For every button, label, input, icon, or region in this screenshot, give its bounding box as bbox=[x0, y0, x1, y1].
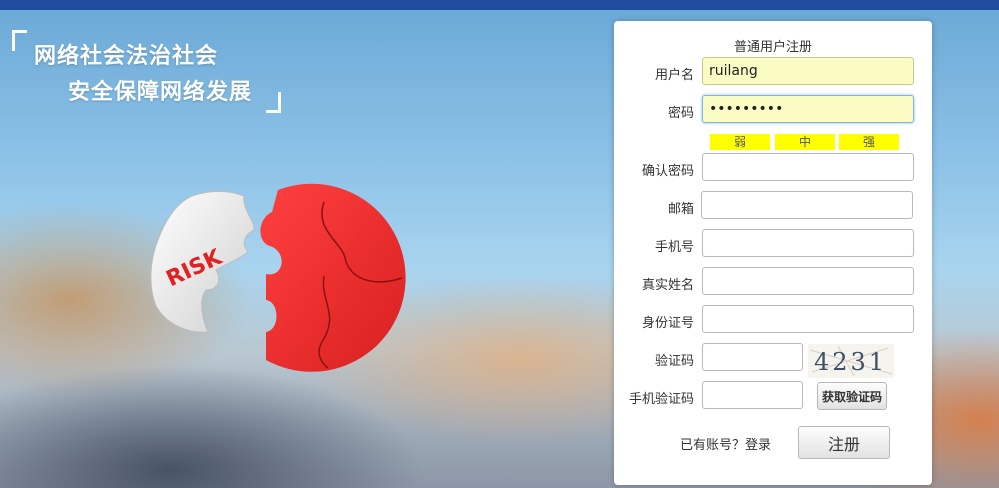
register-button[interactable]: 注册 bbox=[798, 426, 890, 459]
phone-input[interactable] bbox=[702, 229, 914, 257]
idcard-label: 身份证号 bbox=[641, 316, 694, 331]
email-input[interactable] bbox=[701, 191, 913, 219]
captcha-label: 验证码 bbox=[654, 354, 694, 369]
strength-strong: 强 bbox=[839, 134, 899, 150]
risk-puzzle-illustration: RISK bbox=[150, 183, 406, 372]
svg-text:4231: 4231 bbox=[814, 348, 887, 376]
realname-label: 真实姓名 bbox=[641, 278, 694, 293]
slogan-corner-top-left bbox=[12, 30, 27, 51]
password-input[interactable] bbox=[702, 95, 914, 123]
sms-code-label: 手机验证码 bbox=[628, 392, 694, 407]
phone-label: 手机号 bbox=[654, 240, 694, 255]
captcha-image[interactable]: 4231 bbox=[808, 344, 894, 378]
get-sms-code-button[interactable]: 获取验证码 bbox=[817, 382, 887, 410]
username-input[interactable] bbox=[702, 57, 914, 85]
top-bar bbox=[0, 0, 999, 10]
strength-medium: 中 bbox=[775, 134, 835, 150]
email-label: 邮箱 bbox=[667, 202, 694, 217]
red-puzzle-piece bbox=[260, 183, 406, 372]
captcha-input[interactable] bbox=[702, 343, 803, 371]
username-label: 用户名 bbox=[654, 68, 694, 83]
realname-input[interactable] bbox=[702, 267, 914, 295]
slogan-line2: 安全保障网络发展 bbox=[68, 80, 253, 105]
slogan-corner-bottom-right bbox=[266, 92, 281, 113]
password-label: 密码 bbox=[667, 106, 694, 121]
confirm-password-input[interactable] bbox=[702, 153, 914, 181]
slogan: 网络社会法治社会 安全保障网络发展 bbox=[12, 30, 292, 115]
login-link[interactable]: 已有账号？登录 bbox=[680, 434, 771, 453]
strength-weak: 弱 bbox=[710, 134, 770, 150]
idcard-input[interactable] bbox=[702, 305, 914, 333]
sms-code-input[interactable] bbox=[702, 381, 803, 409]
confirm-password-label: 确认密码 bbox=[641, 164, 694, 179]
form-title: 普通用户注册 bbox=[733, 40, 812, 55]
slogan-line1: 网络社会法治社会 bbox=[34, 44, 219, 69]
register-panel: 普通用户注册 用户名 密码 弱 中 强 确认密码 邮箱 手机号 真实姓名 身份证… bbox=[614, 21, 932, 485]
